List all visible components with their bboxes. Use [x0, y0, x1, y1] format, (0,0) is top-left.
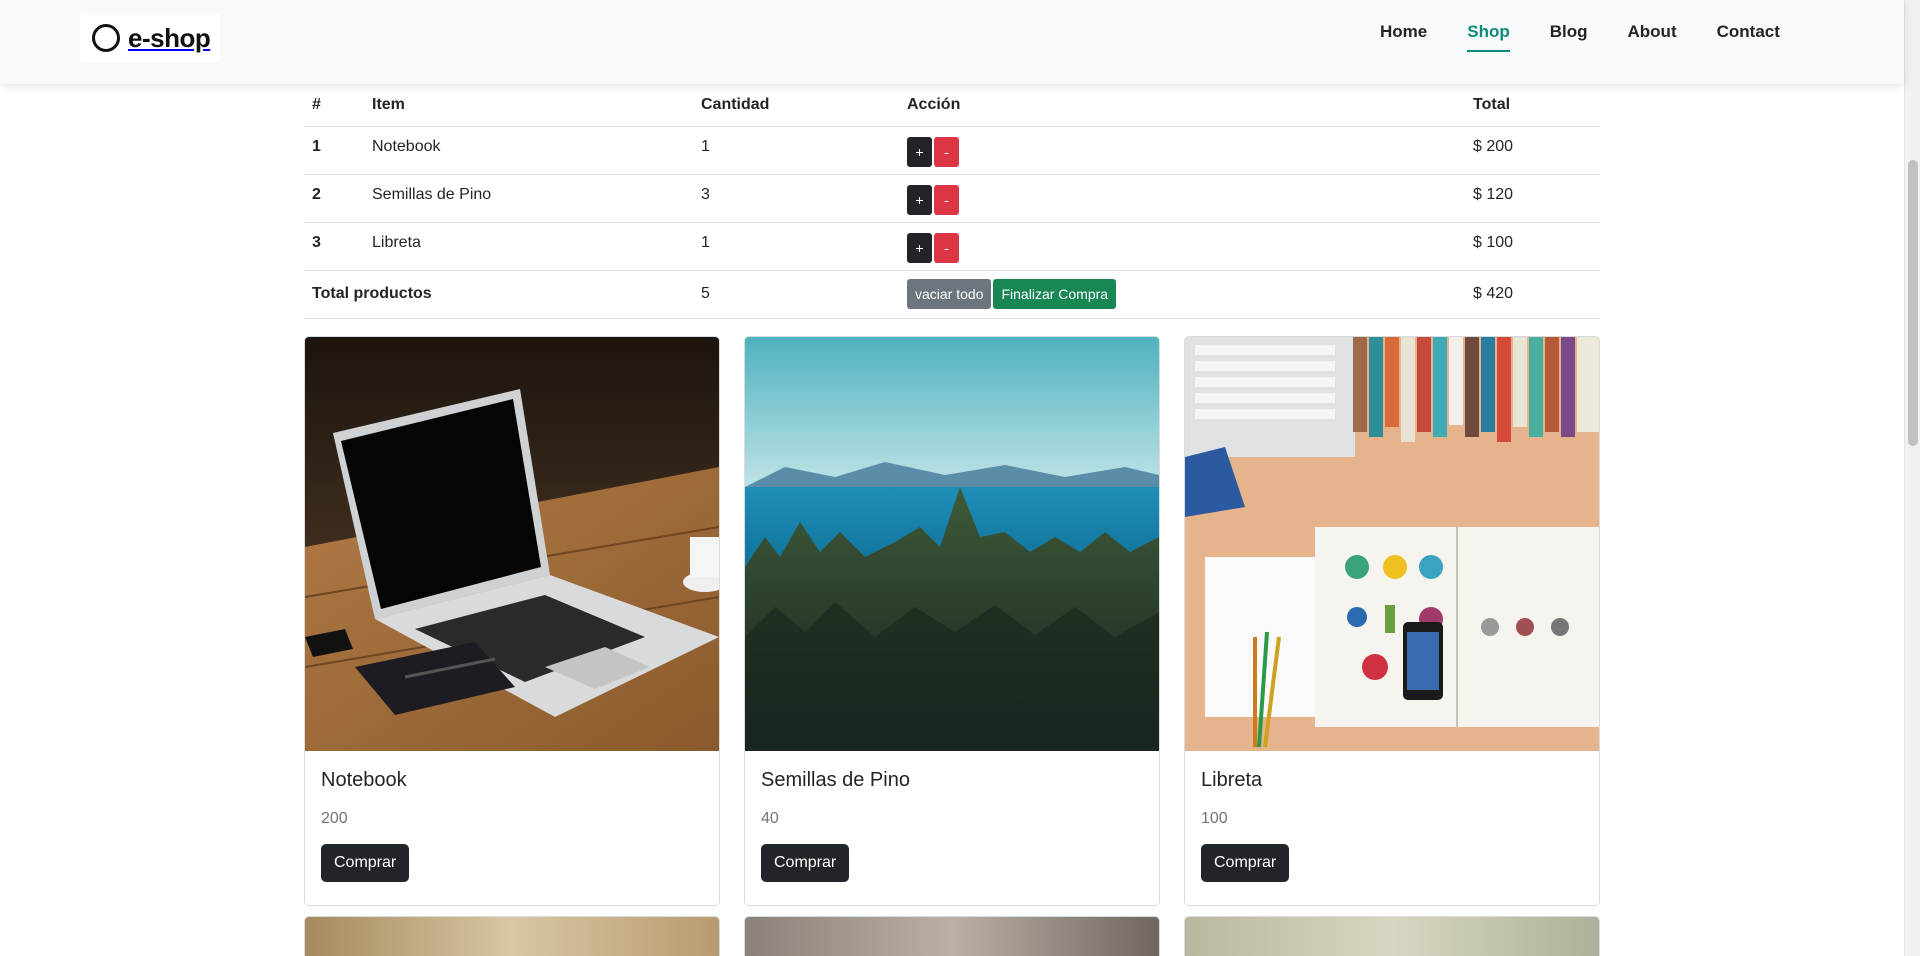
laptop-image	[305, 337, 719, 751]
buy-button[interactable]: Comprar	[321, 844, 410, 882]
product-title: Notebook	[321, 769, 407, 791]
nav-home[interactable]: Home	[1360, 18, 1447, 46]
table-row: 1 Notebook 1 + - $ 200	[304, 126, 1600, 175]
footer-actions: vaciar todo Finalizar Compra	[899, 270, 1465, 319]
product-price: 100	[1201, 810, 1228, 827]
main-nav: Home Shop Blog About Contact	[1360, 18, 1800, 52]
decrease-button[interactable]: -	[934, 232, 959, 263]
header-index: #	[304, 84, 364, 127]
cart-footer-row: Total productos 5 vaciar todo Finalizar C…	[304, 270, 1600, 319]
row-index: 1	[304, 126, 364, 175]
row-item: Libreta	[364, 222, 693, 271]
product-image	[745, 917, 1159, 956]
page-scrollbar[interactable]	[1904, 0, 1920, 956]
product-card	[744, 916, 1160, 956]
card-body: Libreta 100 Comprar	[1185, 751, 1599, 905]
increase-button[interactable]: +	[907, 136, 932, 167]
product-image	[1185, 917, 1599, 956]
buy-button[interactable]: Comprar	[1201, 844, 1290, 882]
desk-notebooks-image	[1185, 337, 1599, 751]
row-quantity: 3	[693, 174, 899, 223]
product-card	[304, 916, 720, 956]
row-actions: + -	[899, 126, 1465, 175]
product-card: Semillas de Pino 40 Comprar	[744, 336, 1160, 906]
total-quantity: 5	[693, 270, 899, 319]
brand-logo[interactable]: e-shop	[80, 14, 220, 62]
cart-header-row: # Item Cantidad Acción Total	[304, 84, 1600, 127]
row-quantity: 1	[693, 222, 899, 271]
nav-contact[interactable]: Contact	[1697, 18, 1800, 46]
decrease-button[interactable]: -	[934, 184, 959, 215]
table-row: 3 Libreta 1 + - $ 100	[304, 222, 1600, 271]
card-body: Notebook 200 Comprar	[305, 751, 719, 905]
header-total: Total	[1465, 84, 1600, 127]
product-card: Libreta 100 Comprar	[1184, 336, 1600, 906]
row-total: $ 200	[1465, 126, 1600, 175]
header-quantity: Cantidad	[693, 84, 899, 127]
card-body: Semillas de Pino 40 Comprar	[745, 751, 1159, 905]
product-card: Notebook 200 Comprar	[304, 336, 720, 906]
nav-about[interactable]: About	[1608, 18, 1697, 46]
decrease-button[interactable]: -	[934, 136, 959, 167]
row-actions: + -	[899, 174, 1465, 223]
grand-total: $ 420	[1465, 270, 1600, 319]
row-item: Semillas de Pino	[364, 174, 693, 223]
nav-blog[interactable]: Blog	[1530, 18, 1608, 46]
product-price: 200	[321, 810, 348, 827]
brand-name: e-shop	[128, 22, 211, 53]
row-index: 3	[304, 222, 364, 271]
scrollbar-thumb[interactable]	[1908, 160, 1918, 446]
navbar: e-shop Home Shop Blog About Contact	[0, 0, 1904, 84]
checkout-button[interactable]: Finalizar Compra	[993, 279, 1117, 309]
row-actions: + -	[899, 222, 1465, 271]
buy-button[interactable]: Comprar	[761, 844, 850, 882]
cart-table: # Item Cantidad Acción Total 1 Notebook …	[304, 84, 1600, 319]
product-price: 40	[761, 810, 779, 827]
ring-logo-icon	[92, 24, 120, 52]
row-quantity: 1	[693, 126, 899, 175]
row-item: Notebook	[364, 126, 693, 175]
increase-button[interactable]: +	[907, 184, 932, 215]
product-grid: Notebook 200 Comprar Semillas de Pino 40…	[304, 336, 1600, 956]
row-total: $ 120	[1465, 174, 1600, 223]
header-action: Acción	[899, 84, 1465, 127]
increase-button[interactable]: +	[907, 232, 932, 263]
product-title: Libreta	[1201, 769, 1263, 791]
product-card	[1184, 916, 1600, 956]
row-total: $ 100	[1465, 222, 1600, 271]
table-row: 2 Semillas de Pino 3 + - $ 120	[304, 174, 1600, 223]
product-image	[305, 917, 719, 956]
clear-cart-button[interactable]: vaciar todo	[907, 279, 992, 309]
pine-forest-image	[745, 337, 1159, 751]
product-title: Semillas de Pino	[761, 769, 910, 791]
row-index: 2	[304, 174, 364, 223]
total-products-label: Total productos	[304, 270, 693, 319]
header-item: Item	[364, 84, 693, 127]
nav-shop[interactable]: Shop	[1447, 18, 1530, 52]
